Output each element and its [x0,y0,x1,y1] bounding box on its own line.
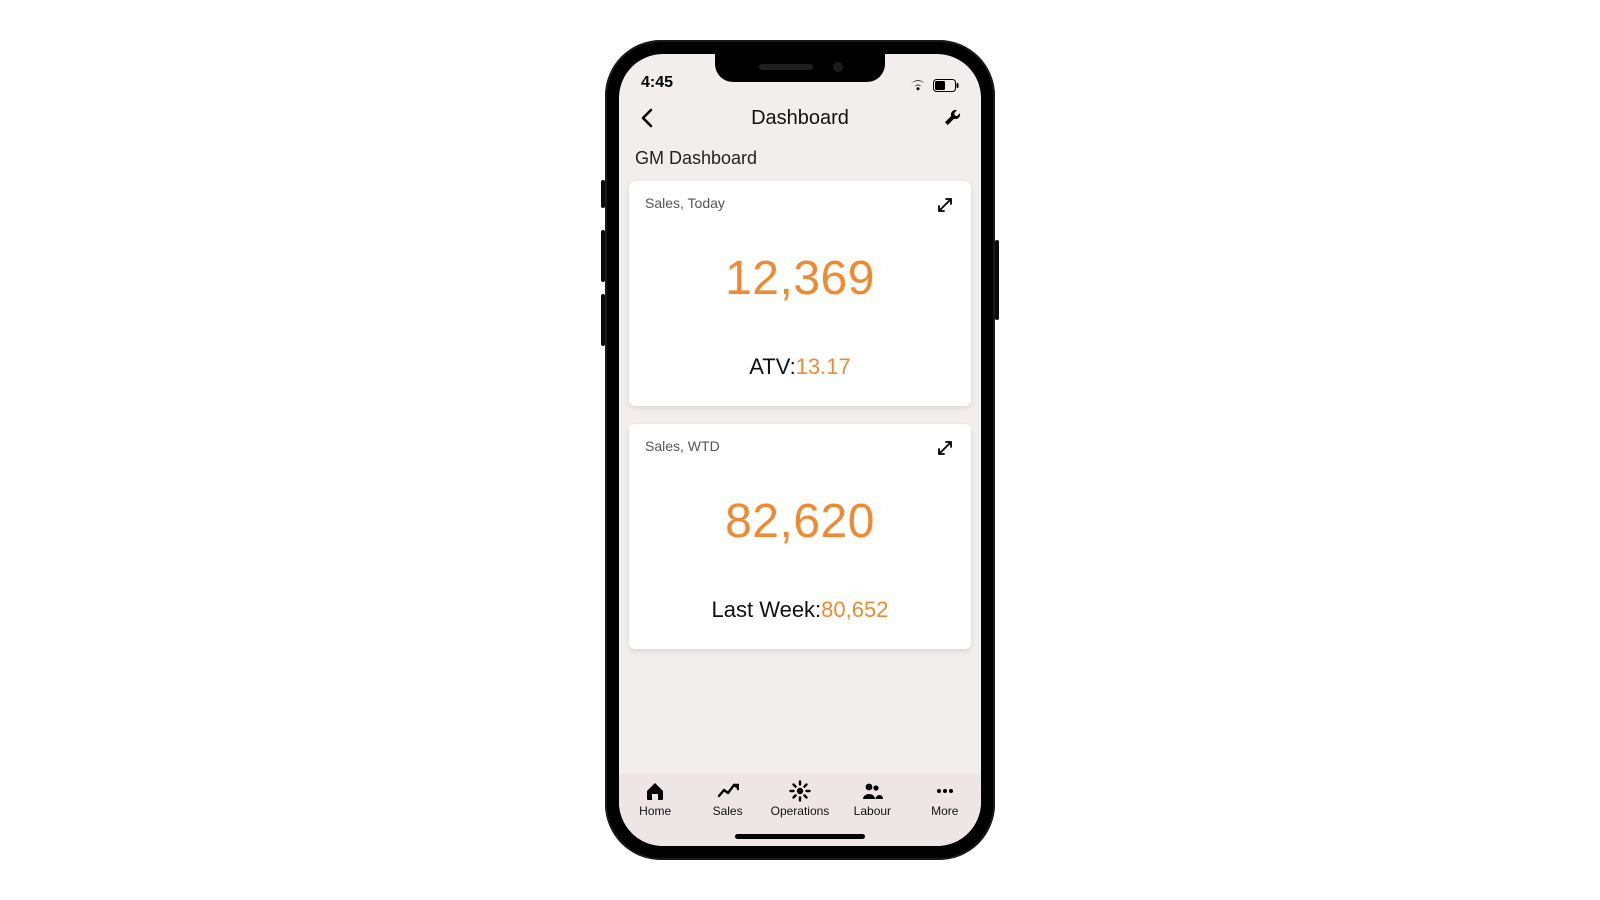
last-week-value: 80,652 [821,597,888,622]
expand-icon [937,440,953,456]
phone-power-button [995,240,999,320]
gear-icon [789,780,811,802]
tab-labour[interactable]: Labour [840,780,904,818]
wrench-icon [943,108,963,128]
status-time: 4:45 [641,74,673,92]
more-icon [934,780,956,802]
atv-value: 13.17 [796,354,851,379]
content-area: GM Dashboard Sales, Today 12,369 ATV:13.… [619,140,981,774]
sales-wtd-value: 82,620 [645,494,955,549]
phone-side-button [601,180,605,208]
phone-frame: 4:45 Dashboard [605,40,995,860]
home-indicator[interactable] [735,834,865,839]
tab-label: More [931,804,958,818]
phone-volume-down [601,294,605,346]
expand-icon [937,197,953,213]
tab-label: Home [639,804,671,818]
trending-up-icon [717,780,739,802]
tab-operations[interactable]: Operations [768,780,832,818]
settings-button[interactable] [939,104,967,132]
phone-notch [715,54,885,82]
card-title: Sales, WTD [645,438,720,454]
card-title: Sales, Today [645,195,725,211]
nav-bar: Dashboard [619,96,981,140]
people-icon [861,780,883,802]
sales-today-subrow: ATV:13.17 [645,354,955,380]
tab-label: Operations [771,804,830,818]
last-week-label: Last Week: [712,597,822,622]
chevron-left-icon [640,108,654,128]
atv-label: ATV: [749,354,795,379]
tab-sales[interactable]: Sales [696,780,760,818]
expand-button[interactable] [935,438,955,458]
page-title: Dashboard [751,107,849,130]
tab-home[interactable]: Home [623,780,687,818]
sales-today-card: Sales, Today 12,369 ATV:13.17 [629,181,971,406]
tab-label: Labour [854,804,891,818]
sales-wtd-card: Sales, WTD 82,620 Last Week:80,652 [629,424,971,649]
battery-icon [933,79,959,92]
phone-screen: 4:45 Dashboard [619,54,981,846]
phone-volume-up [601,230,605,282]
sales-wtd-subrow: Last Week:80,652 [645,597,955,623]
expand-button[interactable] [935,195,955,215]
tab-label: Sales [713,804,743,818]
section-title: GM Dashboard [629,140,971,181]
back-button[interactable] [633,104,661,132]
tab-more[interactable]: More [913,780,977,818]
wifi-icon [909,78,927,92]
sales-today-value: 12,369 [645,251,955,306]
home-icon [644,780,666,802]
